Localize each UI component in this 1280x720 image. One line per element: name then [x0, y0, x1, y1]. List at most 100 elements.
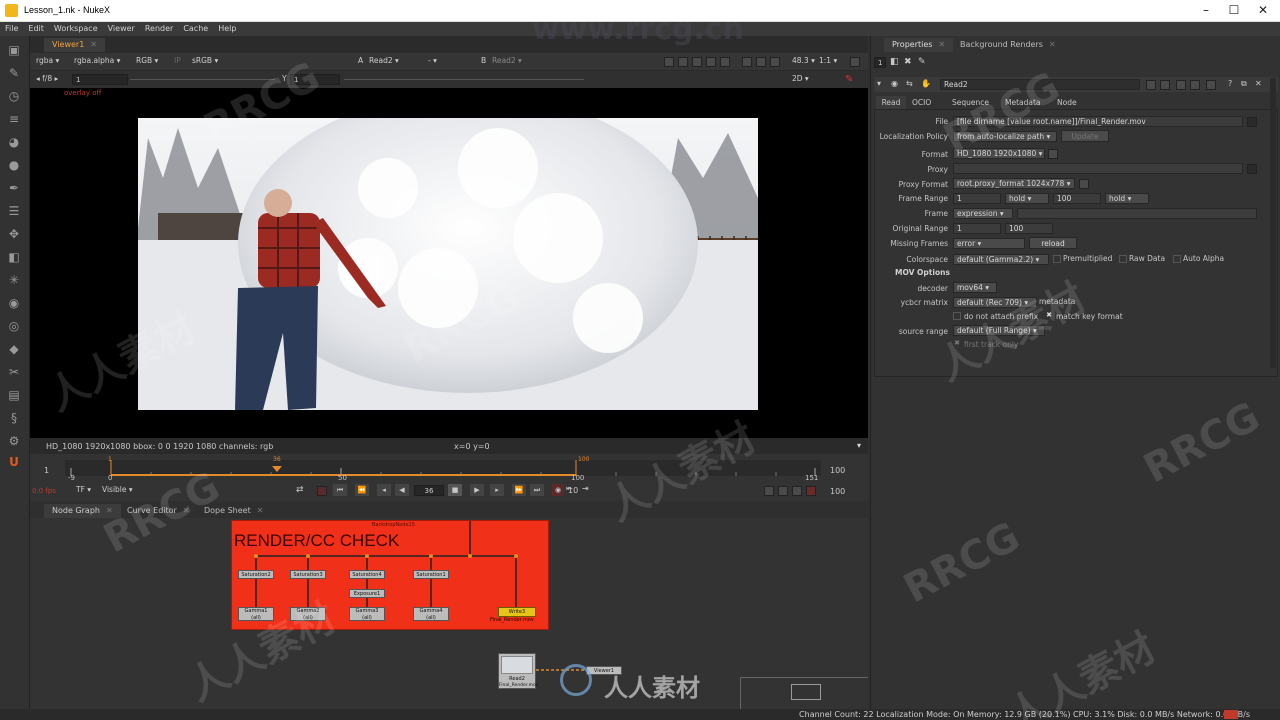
play-forward-icon[interactable]: ▶: [470, 484, 484, 496]
input-icon[interactable]: ⇆: [906, 79, 913, 88]
prev-key-icon[interactable]: ⏪: [355, 484, 369, 496]
menu-cache[interactable]: Cache: [178, 22, 213, 36]
node-color-icon[interactable]: [1146, 80, 1156, 90]
viewer-settings-icon[interactable]: [850, 57, 860, 67]
status-alert-icon[interactable]: [1224, 710, 1238, 719]
menu-edit[interactable]: Edit: [23, 22, 49, 36]
node-color2-icon[interactable]: [1160, 80, 1170, 90]
tab-curve-editor[interactable]: Curve Editor ✕: [119, 504, 198, 518]
saturation3-node[interactable]: Saturation3: [290, 570, 326, 579]
menu-workspace[interactable]: Workspace: [49, 22, 103, 36]
proxy-field[interactable]: [953, 163, 1243, 174]
tf-select[interactable]: TF ▾: [76, 484, 91, 496]
ip-button[interactable]: IP: [174, 55, 181, 67]
clock-icon[interactable]: ◷: [6, 88, 22, 104]
flipbook-icon[interactable]: [764, 486, 774, 496]
close-tab-icon[interactable]: ✕: [106, 506, 113, 515]
pin-icon[interactable]: ◧: [890, 57, 899, 67]
viewer-icon[interactable]: ▣: [6, 42, 22, 58]
clear-icon[interactable]: ✖: [904, 57, 912, 67]
saturation2-node[interactable]: Saturation2: [238, 570, 274, 579]
node-name-field[interactable]: Read2: [940, 79, 1140, 90]
tab-node-graph[interactable]: Node Graph ✕: [44, 504, 121, 518]
record-icon[interactable]: [317, 486, 327, 496]
proxy-browse-icon[interactable]: [1247, 164, 1257, 174]
folder-icon[interactable]: ▤: [6, 387, 22, 403]
close-tab-icon[interactable]: ✕: [90, 40, 97, 49]
revert-icon[interactable]: [1206, 80, 1216, 90]
menu-file[interactable]: File: [0, 22, 23, 36]
collapse-icon[interactable]: ▾: [877, 79, 881, 88]
frame-expression-field[interactable]: [1017, 208, 1257, 219]
refresh-icon[interactable]: [742, 57, 752, 67]
next-key-icon[interactable]: ⏩: [512, 484, 526, 496]
view-mode-select[interactable]: 2D ▾: [792, 73, 809, 85]
next-frame-icon[interactable]: ▸: [490, 484, 504, 496]
properties-scrollbar[interactable]: [1270, 78, 1276, 368]
pencil-icon[interactable]: ✎: [918, 57, 926, 67]
alpha-select[interactable]: rgba.alpha ▾: [74, 55, 120, 67]
mask-icon[interactable]: [692, 57, 702, 67]
last-frame-icon[interactable]: ⏭: [530, 484, 544, 496]
tools-icon[interactable]: ✂: [6, 364, 22, 380]
subtab-metadata[interactable]: Metadata: [1005, 96, 1041, 109]
file-browse-icon[interactable]: [1247, 117, 1257, 127]
gamma1-node[interactable]: Gamma1 (all): [238, 607, 274, 621]
cache-icon[interactable]: [770, 57, 780, 67]
menu-render[interactable]: Render: [140, 22, 178, 36]
maximize-button[interactable]: ☐: [1220, 2, 1248, 19]
frame-end-field[interactable]: 100: [1053, 193, 1101, 204]
color-icon[interactable]: ◕: [6, 134, 22, 150]
skip-forward-icon[interactable]: ⇥: [582, 484, 589, 493]
loop-mode-icon[interactable]: ⇄: [296, 485, 304, 495]
cube-icon[interactable]: ◧: [6, 249, 22, 265]
filter-icon[interactable]: ✒: [6, 180, 22, 196]
original-end-field[interactable]: 100: [1005, 223, 1053, 234]
gear-icon[interactable]: ⚙: [6, 433, 22, 449]
safe-area-icon[interactable]: [678, 57, 688, 67]
input-b-select[interactable]: Read2 ▾: [492, 55, 522, 67]
float-icon[interactable]: ⧉: [1241, 79, 1247, 89]
stop-icon[interactable]: ■: [448, 484, 462, 496]
lut-select[interactable]: sRGB ▾: [192, 55, 218, 67]
deep-icon[interactable]: ◉: [6, 295, 22, 311]
particles-icon[interactable]: ✳: [6, 272, 22, 288]
transform-icon[interactable]: ✥: [6, 226, 22, 242]
menu-viewer[interactable]: Viewer: [103, 22, 140, 36]
saturation1-node[interactable]: Saturation1: [413, 570, 449, 579]
current-frame-field[interactable]: 36: [414, 485, 444, 496]
close-window-button[interactable]: ✕: [1249, 2, 1277, 19]
subtab-sequence[interactable]: Sequence: [952, 96, 989, 109]
reload-button[interactable]: reload: [1029, 237, 1077, 249]
gamma-field[interactable]: 1: [290, 74, 340, 85]
menu-icon[interactable]: ≡: [6, 111, 22, 127]
layers-icon[interactable]: ☰: [6, 203, 22, 219]
update-button[interactable]: Update: [1061, 130, 1109, 142]
premultiplied-checkbox[interactable]: [1053, 255, 1061, 263]
tab-background-renders[interactable]: Background Renders ✕: [952, 38, 1064, 52]
close-tab-icon[interactable]: ✕: [938, 40, 945, 49]
fstop-control[interactable]: ◂ f/8 ▸: [36, 73, 58, 85]
close-tab-icon[interactable]: ✕: [183, 506, 190, 515]
missing-frames-select[interactable]: error ▾: [953, 238, 1025, 249]
end-frame-field[interactable]: 100: [830, 487, 845, 496]
menu-help[interactable]: Help: [213, 22, 241, 36]
composite-select[interactable]: - ▾: [428, 55, 437, 67]
original-start-field[interactable]: 1: [953, 223, 1001, 234]
read2-node[interactable]: Read2 Final_Render.mov: [498, 653, 538, 689]
close-node-icon[interactable]: ✕: [1255, 79, 1262, 88]
tab-properties[interactable]: Properties ✕: [884, 38, 954, 52]
gain-field[interactable]: 1: [72, 74, 128, 85]
gain-slider[interactable]: [130, 79, 275, 80]
nukex-icon[interactable]: U: [6, 454, 22, 470]
no-prefix-checkbox[interactable]: [953, 312, 961, 320]
gamma2-node[interactable]: Gamma2 (all): [290, 607, 326, 621]
subtab-node[interactable]: Node: [1057, 96, 1077, 109]
gamma-slider[interactable]: [344, 79, 584, 80]
file-field[interactable]: [file dirname [value root.name]]/Final_R…: [953, 116, 1243, 127]
input-a-select[interactable]: Read2 ▾: [369, 55, 399, 67]
brush-icon[interactable]: ✎: [6, 65, 22, 81]
decoder-select[interactable]: mov64 ▾: [953, 282, 997, 293]
backdrop-node[interactable]: BackdropNode15 RENDER/CC CHECK Saturatio…: [231, 520, 549, 630]
gamma4-node[interactable]: Gamma4 (all): [413, 607, 449, 621]
